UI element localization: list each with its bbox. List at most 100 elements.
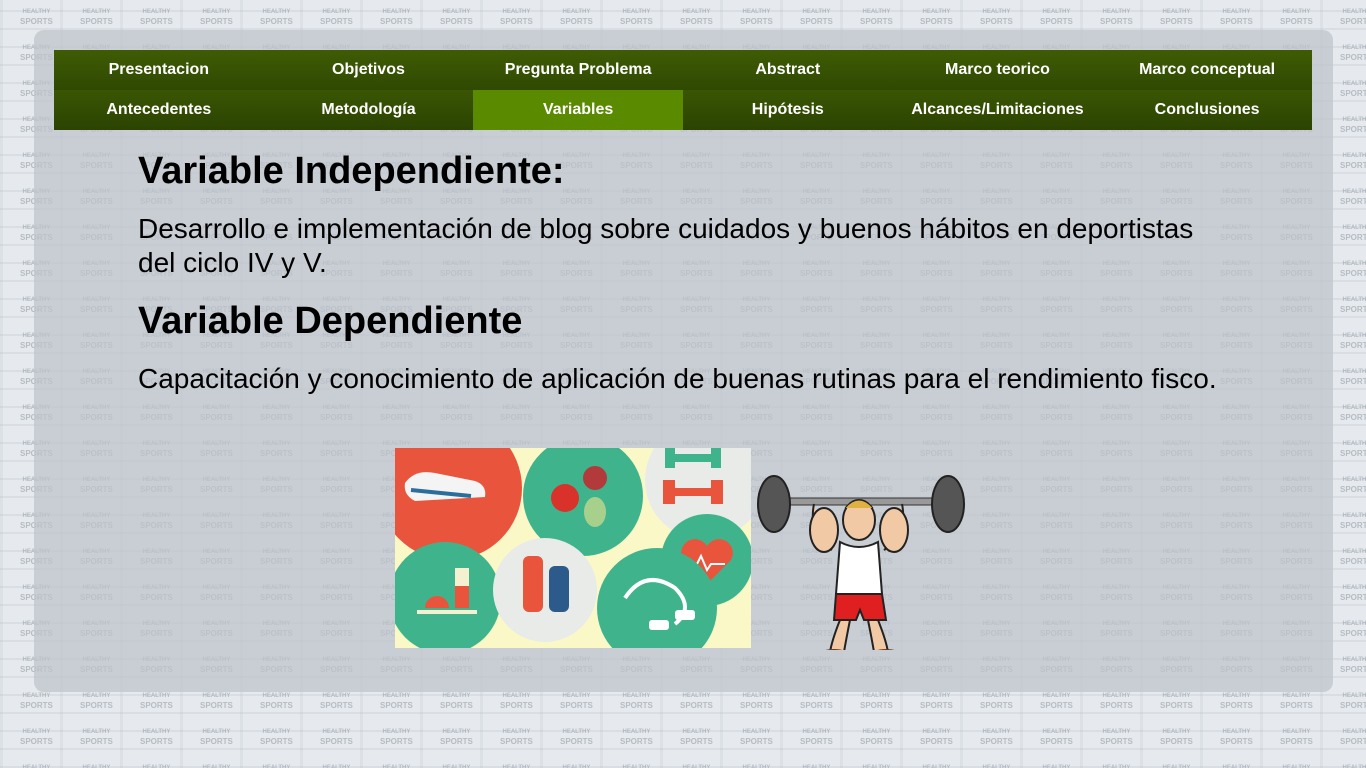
watermark-tile: HEALTHYSPORTS xyxy=(860,9,893,26)
watermark-tile: HEALTHYSPORTS xyxy=(800,693,833,710)
fitness-icons-graphic xyxy=(395,448,751,648)
watermark-tile: HEALTHYSPORTS xyxy=(200,729,233,746)
watermark-tile: HEALTHYSPORTS xyxy=(920,693,953,710)
watermark-tile: HEALTHYSPORTS xyxy=(1220,693,1253,710)
watermark-tile: HEALTHYSPORTS xyxy=(862,765,891,768)
watermark-tile: HEALTHYSPORTS xyxy=(1220,729,1253,746)
watermark-tile: HEALTHYSPORTS xyxy=(260,729,293,746)
watermark-tile: HEALTHYSPORTS xyxy=(1100,9,1133,26)
independent-variable-heading: Variable Independiente: xyxy=(138,150,565,192)
watermark-tile: HEALTHYSPORTS xyxy=(1160,9,1193,26)
watermark-tile: HEALTHYSPORTS xyxy=(922,765,951,768)
watermark-tile: HEALTHYSPORTS xyxy=(500,693,533,710)
watermark-tile: HEALTHYSPORTS xyxy=(1340,693,1366,710)
watermark-tile: HEALTHYSPORTS xyxy=(620,693,653,710)
watermark-tile: HEALTHYSPORTS xyxy=(1340,405,1366,422)
watermark-tile: HEALTHYSPORTS xyxy=(142,765,171,768)
watermark-tile: HEALTHYSPORTS xyxy=(1162,765,1191,768)
watermark-tile: HEALTHYSPORTS xyxy=(202,765,231,768)
watermark-tile: HEALTHYSPORTS xyxy=(502,765,531,768)
watermark-tile: HEALTHYSPORTS xyxy=(920,729,953,746)
watermark-tile: HEALTHYSPORTS xyxy=(1340,153,1366,170)
watermark-tile: HEALTHYSPORTS xyxy=(1340,117,1366,134)
watermark-tile: HEALTHYSPORTS xyxy=(380,9,413,26)
nav-item-marco-teorico[interactable]: Marco teorico xyxy=(892,50,1103,90)
nav-item-metodologia[interactable]: Metodología xyxy=(263,90,474,130)
watermark-tile: HEALTHYSPORTS xyxy=(1340,549,1366,566)
watermark-tile: HEALTHYSPORTS xyxy=(440,693,473,710)
watermark-tile: HEALTHYSPORTS xyxy=(680,729,713,746)
watermark-tile: HEALTHYSPORTS xyxy=(1340,621,1366,638)
watermark-tile: HEALTHYSPORTS xyxy=(980,9,1013,26)
nav-item-variables[interactable]: Variables xyxy=(473,90,683,130)
watermark-tile: HEALTHYSPORTS xyxy=(200,9,233,26)
watermark-tile: HEALTHYSPORTS xyxy=(920,9,953,26)
nav-item-abstract[interactable]: Abstract xyxy=(682,50,893,90)
independent-variable-text: Desarrollo e implementación de blog sobr… xyxy=(138,213,1194,278)
watermark-tile: HEALTHYSPORTS xyxy=(560,729,593,746)
nav-item-marco-conceptual[interactable]: Marco conceptual xyxy=(1102,50,1312,90)
watermark-tile: HEALTHYSPORTS xyxy=(380,729,413,746)
watermark-tile: HEALTHYSPORTS xyxy=(560,9,593,26)
watermark-tile: HEALTHYSPORTS xyxy=(680,693,713,710)
watermark-tile: HEALTHYSPORTS xyxy=(1340,585,1366,602)
nav-row-2: Antecedentes Metodología Variables Hipót… xyxy=(54,90,1312,130)
watermark-tile: HEALTHYSPORTS xyxy=(1160,693,1193,710)
watermark-tile: HEALTHYSPORTS xyxy=(1282,765,1311,768)
watermark-tile: HEALTHYSPORTS xyxy=(20,729,53,746)
watermark-tile: HEALTHYSPORTS xyxy=(1040,729,1073,746)
nav-item-presentacion[interactable]: Presentacion xyxy=(54,50,264,90)
watermark-tile: HEALTHYSPORTS xyxy=(22,765,51,768)
watermark-tile: HEALTHYSPORTS xyxy=(742,765,771,768)
main-navigation: Presentacion Objetivos Pregunta Problema… xyxy=(54,50,1312,130)
watermark-tile: HEALTHYSPORTS xyxy=(982,765,1011,768)
watermark-tile: HEALTHYSPORTS xyxy=(622,765,651,768)
fitness-icons-image xyxy=(395,448,751,648)
watermark-tile: HEALTHYSPORTS xyxy=(1340,729,1366,746)
nav-item-conclusiones[interactable]: Conclusiones xyxy=(1102,90,1312,130)
watermark-tile: HEALTHYSPORTS xyxy=(260,9,293,26)
watermark-tile: HEALTHYSPORTS xyxy=(1340,9,1366,26)
watermark-tile: HEALTHYSPORTS xyxy=(20,693,53,710)
watermark-tile: HEALTHYSPORTS xyxy=(382,765,411,768)
watermark-tile: HEALTHYSPORTS xyxy=(1340,297,1366,314)
nav-item-pregunta-problema[interactable]: Pregunta Problema xyxy=(473,50,683,90)
watermark-tile: HEALTHYSPORTS xyxy=(620,9,653,26)
watermark-tile: HEALTHYSPORTS xyxy=(380,693,413,710)
watermark-tile: HEALTHYSPORTS xyxy=(1040,9,1073,26)
watermark-tile: HEALTHYSPORTS xyxy=(1100,693,1133,710)
watermark-tile: HEALTHYSPORTS xyxy=(1340,45,1366,62)
watermark-tile: HEALTHYSPORTS xyxy=(200,693,233,710)
watermark-tile: HEALTHYSPORTS xyxy=(140,9,173,26)
nav-item-alcances-limitaciones[interactable]: Alcances/Limitaciones xyxy=(892,90,1103,130)
watermark-tile: HEALTHYSPORTS xyxy=(80,693,113,710)
watermark-tile: HEALTHYSPORTS xyxy=(1340,333,1366,350)
weightlifter-image xyxy=(752,470,972,659)
watermark-tile: HEALTHYSPORTS xyxy=(1222,765,1251,768)
watermark-tile: HEALTHYSPORTS xyxy=(1280,693,1313,710)
watermark-tile: HEALTHYSPORTS xyxy=(1340,81,1366,98)
watermark-tile: HEALTHYSPORTS xyxy=(262,765,291,768)
watermark-tile: HEALTHYSPORTS xyxy=(1220,9,1253,26)
watermark-tile: HEALTHYSPORTS xyxy=(320,729,353,746)
watermark-tile: HEALTHYSPORTS xyxy=(682,765,711,768)
watermark-tile: HEALTHYSPORTS xyxy=(320,9,353,26)
bottle-icon xyxy=(493,538,597,642)
watermark-tile: HEALTHYSPORTS xyxy=(1342,765,1366,768)
watermark-tile: HEALTHYSPORTS xyxy=(740,693,773,710)
watermark-tile: HEALTHYSPORTS xyxy=(1280,729,1313,746)
nav-item-antecedentes[interactable]: Antecedentes xyxy=(54,90,264,130)
main-panel: Presentacion Objetivos Pregunta Problema… xyxy=(34,30,1333,692)
watermark-tile: HEALTHYSPORTS xyxy=(440,9,473,26)
watermark-tile: HEALTHYSPORTS xyxy=(1102,765,1131,768)
watermark-tile: HEALTHYSPORTS xyxy=(980,693,1013,710)
watermark-tile: HEALTHYSPORTS xyxy=(860,729,893,746)
watermark-tile: HEALTHYSPORTS xyxy=(802,765,831,768)
watermark-tile: HEALTHYSPORTS xyxy=(440,729,473,746)
weightlifter-icon xyxy=(757,475,965,659)
watermark-tile: HEALTHYSPORTS xyxy=(140,729,173,746)
watermark-tile: HEALTHYSPORTS xyxy=(500,9,533,26)
watermark-tile: HEALTHYSPORTS xyxy=(860,693,893,710)
nav-item-objetivos[interactable]: Objetivos xyxy=(263,50,474,90)
nav-item-hipotesis[interactable]: Hipótesis xyxy=(682,90,893,130)
